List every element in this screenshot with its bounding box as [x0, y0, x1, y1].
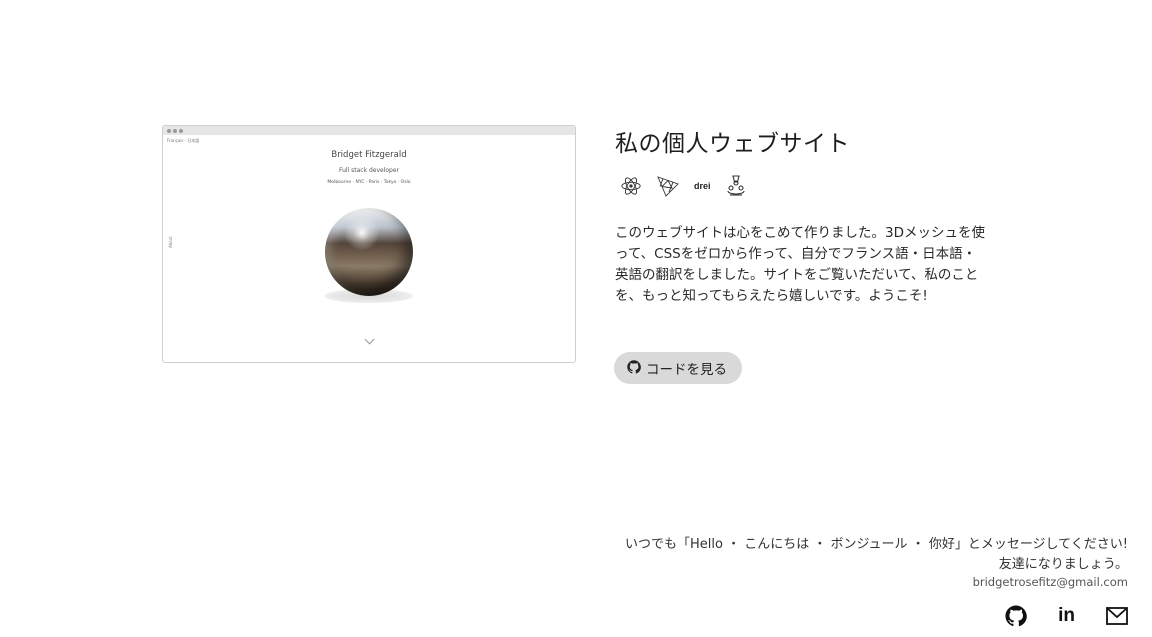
github-icon[interactable] — [1005, 605, 1027, 627]
footer-message-line1: いつでも「Hello ・ こんにちは ・ ボンジュール ・ 你好」とメッセージし… — [624, 537, 1128, 552]
preview-lang-switch: Français · 日本語 — [167, 138, 200, 143]
chrome-sphere — [325, 208, 413, 296]
react-icon — [620, 174, 642, 198]
chevron-down-icon — [364, 334, 375, 345]
project-description: このウェブサイトは心をこめて作りました。3Dメッシュを使って、CSSをゼロから作… — [615, 225, 985, 304]
footer-message-line2: 友達になりましょう。 — [998, 557, 1128, 572]
view-code-label: コードを見る — [646, 362, 727, 377]
tech-stack: drei — [620, 174, 747, 198]
window-dot-icon — [167, 128, 171, 133]
footer-message: いつでも「Hello ・ こんにちは ・ ボンジュール ・ 你好」とメッセージし… — [625, 535, 1128, 575]
preview-window-bar — [163, 126, 575, 135]
preview-role: Full stack developer — [338, 167, 400, 174]
preview-name: Bridget Fitzgerald — [331, 150, 407, 160]
preview-side-label: About — [168, 236, 173, 248]
social-links: in — [1005, 605, 1128, 627]
mail-icon[interactable] — [1106, 607, 1128, 625]
preview-cities: Melbourne · NYC · Paris · Tokyo · Oslo — [327, 180, 411, 185]
linkedin-icon[interactable]: in — [1058, 605, 1075, 627]
window-dot-icon — [173, 128, 177, 133]
view-code-button[interactable]: コードを見る — [614, 352, 742, 384]
threejs-icon — [656, 174, 680, 198]
email-link[interactable]: bridgetrosefitz@gmail.com — [973, 575, 1128, 589]
project-preview: Français · 日本語 Bridget Fitzgerald Full s… — [162, 125, 576, 363]
jest-icon — [725, 174, 747, 198]
project-title: 私の個人ウェブサイト — [615, 131, 850, 157]
window-dot-icon — [179, 128, 183, 133]
drei-icon: drei — [694, 181, 711, 191]
github-icon — [627, 359, 641, 377]
